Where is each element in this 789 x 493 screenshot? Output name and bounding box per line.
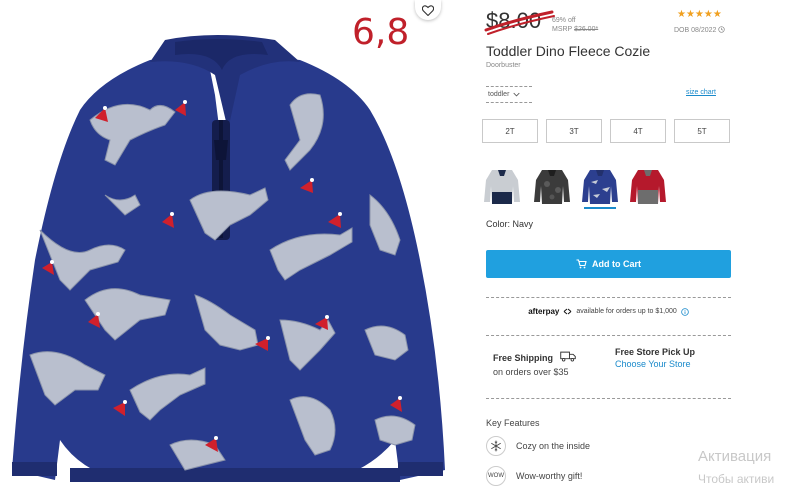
- msrp-value: $26.00*: [574, 26, 599, 33]
- cart-icon: [576, 259, 587, 269]
- choose-store-link[interactable]: Choose Your Store: [615, 359, 691, 369]
- add-to-cart-button[interactable]: Add to Cart: [486, 250, 731, 278]
- size-button-5t[interactable]: 5T: [674, 119, 730, 143]
- size-button-4t[interactable]: 4T: [610, 119, 666, 143]
- free-shipping-title: Free Shipping: [493, 353, 554, 363]
- msrp: MSRP $26.00*: [552, 25, 598, 34]
- percent-off-text: 69% off: [552, 17, 576, 24]
- fleece-sweater-illustration: [12, 35, 445, 482]
- afterpay-row: afterpay available for orders up to $1,0…: [486, 307, 731, 316]
- size-button-2t[interactable]: 2T: [482, 119, 538, 143]
- divider: [486, 398, 731, 399]
- wow-badge-icon: WOW: [486, 466, 506, 486]
- dob-label: DOB 08/2022: [674, 26, 726, 34]
- price-annotation: 6,8: [352, 12, 410, 53]
- afterpay-logo: afterpay: [528, 307, 560, 316]
- free-shipping-subtitle: on orders over $35: [493, 367, 569, 377]
- percent-off: 69% off MSRP $26.00*: [552, 16, 598, 34]
- feature-cozy: Cozy on the inside: [516, 441, 591, 451]
- afterpay-text: available for orders up to $1,000: [576, 308, 677, 315]
- swatch-heather-gray-navy[interactable]: [482, 164, 522, 208]
- feature-wow: Wow-worthy gift!: [516, 471, 583, 481]
- divider: [486, 335, 731, 336]
- swatch-red-gray[interactable]: [628, 164, 668, 208]
- size-range-select[interactable]: toddler: [486, 86, 532, 103]
- activation-watermark-line1: Активация: [698, 448, 772, 465]
- info-icon[interactable]: [681, 307, 689, 316]
- swatch-black-camo[interactable]: [532, 164, 572, 208]
- strikethrough-mark: [484, 10, 555, 35]
- truck-icon: [560, 351, 576, 362]
- size-range-value: toddler: [488, 91, 510, 98]
- store-pickup-title: Free Store Pick Up: [615, 347, 696, 357]
- size-button-3t[interactable]: 3T: [546, 119, 602, 143]
- key-features-heading: Key Features: [486, 418, 540, 428]
- product-title: Toddler Dino Fleece Cozie: [486, 43, 651, 59]
- afterpay-arrows-icon: [564, 308, 572, 315]
- selected-swatch-indicator: [584, 207, 616, 209]
- clock-icon: [718, 26, 726, 33]
- selected-color-label: Color: Navy: [486, 219, 534, 229]
- product-subtitle: Doorbuster: [486, 62, 521, 69]
- dob-text: DOB 08/2022: [674, 27, 717, 34]
- heart-icon: [422, 4, 434, 16]
- add-to-cart-label: Add to Cart: [592, 259, 641, 269]
- snowflake-icon: [486, 436, 506, 456]
- activation-watermark-line2: Чтобы активи: [698, 472, 775, 486]
- chevron-down-icon: [513, 92, 521, 97]
- swatch-navy-dino[interactable]: [580, 164, 620, 208]
- msrp-label: MSRP: [552, 26, 573, 33]
- product-image[interactable]: [0, 0, 470, 493]
- divider: [486, 297, 731, 298]
- size-chart-link[interactable]: size chart: [686, 89, 716, 96]
- star-rating[interactable]: ★★★★★: [677, 9, 722, 20]
